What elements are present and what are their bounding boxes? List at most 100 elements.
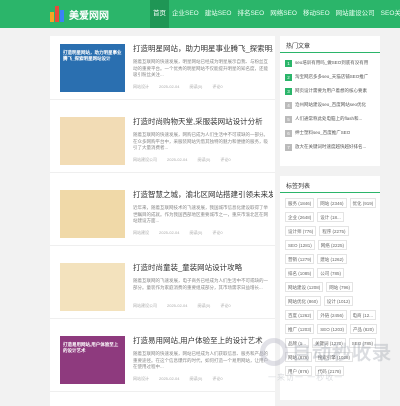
meta-item: 2025-02-04 xyxy=(167,303,188,308)
hot-article-item[interactable]: 7 放大在关键词时速度越快越好排名... xyxy=(285,142,377,152)
hot-article-item[interactable]: 2 淘宝网店多多seo_天猫店铺SEO推广 xyxy=(285,72,377,82)
article-thumbnail[interactable] xyxy=(60,263,125,311)
hot-article-link[interactable]: 绅士塑料seo_百度推广SEO xyxy=(295,130,350,136)
article-excerpt: 随着互联网的飞速发展，电子商务已经成为人们生活中不可或缺的一部分。童装作为家庭消… xyxy=(133,278,268,290)
tag-link[interactable]: 排名 (1085) xyxy=(285,268,315,278)
tag-link[interactable]: 网站优化 (860) xyxy=(285,296,321,306)
meta-item: 评论0 xyxy=(220,157,231,162)
tag-link[interactable]: SEO (1203) xyxy=(317,324,348,334)
meta-item: 网站设计 xyxy=(133,84,149,89)
tag-link[interactable]: 服务 (1846) xyxy=(285,198,315,208)
hot-article-item[interactable]: 1 seo培训有用吗_做SEO到底有没有用 xyxy=(285,58,377,68)
article-excerpt: 随着互联网的快速发展，明星网站已经成为明星展示自我、与粉丝互动的重要平台。一个优… xyxy=(133,59,268,77)
nav-item[interactable]: SEO关键词 xyxy=(378,0,400,28)
tag-link[interactable]: 建站 (1262) xyxy=(317,254,347,264)
meta-item: 网站建设公司 xyxy=(133,303,157,308)
hot-rank-badge: 1 xyxy=(285,59,292,67)
watermark-subtext: 一来访一 一秒收一 xyxy=(268,373,344,382)
nav-item[interactable]: 首页 xyxy=(150,0,169,28)
meta-item: 评论0 xyxy=(212,230,223,235)
thumbnail-caption: 打造明星网站，助力明星事业腾飞_探索明星网站设计 xyxy=(63,50,122,61)
nav-item[interactable]: 建站SEO xyxy=(202,0,235,28)
article-item: 打造智慧之城，渝北区网站搭建引领未来发展 近年来，随着互联网技术的飞速发展，我国城… xyxy=(50,182,275,246)
top-nav-bar: 美爱网网 首页 企业SEO 建站SEO 排名SEO 网络SEO 移动SEO 网站建设公司 SE… xyxy=(0,0,400,28)
tag-link[interactable]: SEO (1281) xyxy=(285,240,315,250)
tag-link[interactable]: 网站 (796) xyxy=(326,282,354,292)
meta-item: 网站设计 xyxy=(133,376,149,381)
meta-item: 2025-02-04 xyxy=(159,376,180,381)
hot-article-link[interactable]: seo培训有用吗_做SEO到底有没有用 xyxy=(295,60,368,66)
tag-link[interactable]: 产品 (820) xyxy=(350,324,377,334)
meta-item: 阅读(0) xyxy=(197,303,211,308)
hot-article-link[interactable]: 淘宝网店多多seo_天猫店铺SEO推广 xyxy=(295,74,368,80)
meta-item: 2025-02-04 xyxy=(159,230,180,235)
article-title[interactable]: 打造明星网站，助力明星事业腾飞_探索明星网站设计的奥秘 xyxy=(133,44,273,54)
meta-item: 网站建设公司 xyxy=(133,157,157,162)
nav-item[interactable]: 网站建设公司 xyxy=(333,0,378,28)
article-title[interactable]: 打造时尚购物天堂,采服装网站设计分析 xyxy=(133,117,273,127)
article-title[interactable]: 打造智慧之城，渝北区网站搭建引领未来发展 xyxy=(133,190,273,200)
hot-rank-badge: 3 xyxy=(285,87,292,95)
nav-item[interactable]: 网络SEO xyxy=(267,0,300,28)
tag-link[interactable]: 营销 (1279) xyxy=(285,254,315,264)
article-excerpt: 随着互联网的快速发展，网购已成为人们生活中不可或缺的一部分。在众多网购平台中，采… xyxy=(133,132,268,150)
tag-link[interactable]: 外链 (2456) xyxy=(317,310,347,320)
tag-link[interactable]: 百度 (1262) xyxy=(285,310,315,320)
tag-link[interactable]: 企业 (2648) xyxy=(285,212,315,222)
site-logo[interactable]: 美爱网网 xyxy=(50,3,109,25)
hot-article-item[interactable]: 3 网页设计需要为用户着想的核心要素 xyxy=(285,86,377,96)
nav-item[interactable]: 移动SEO xyxy=(300,0,333,28)
hot-rank-badge: 2 xyxy=(285,73,292,81)
hot-article-item[interactable]: 4 沧州网站建设seo_百度网站seo优化 xyxy=(285,100,377,110)
widget-divider xyxy=(280,52,380,53)
article-item: 打造易用网站,用户体验至上的设计艺术 打造易用网站,用户体验至上的设计艺术 随着互联… xyxy=(50,328,275,392)
hot-article-link[interactable]: 沧州网站建设seo_百度网站seo优化 xyxy=(295,102,366,108)
article-list: 打造明星网站，助力明星事业腾飞_探索明星网站设计 打造明星网站，助力明星事业腾飞_… xyxy=(50,36,275,406)
article-item: 打造明星网站，助力明星事业腾飞_探索明星网站设计 打造明星网站，助力明星事业腾飞_… xyxy=(50,36,275,100)
article-title[interactable]: 打造时尚童装_童装网站设计攻略 xyxy=(133,263,273,273)
article-meta: 网站设计 2025-02-04 阅读(0) 评论0 xyxy=(133,84,273,90)
meta-item: 阅读(0) xyxy=(189,376,203,381)
tags-title: 标签列表 xyxy=(286,184,311,190)
hot-article-link[interactable]: 网页设计需要为用户着想的核心要素 xyxy=(295,88,367,94)
tag-link[interactable]: 电商 (12... xyxy=(349,310,377,320)
article-meta: 网站建设 2025-02-04 阅读(0) 评论0 xyxy=(133,230,273,236)
watermark: 自动秒收录 一来访一 一秒收一 xyxy=(250,334,393,394)
watermark-text: 自动秒收录 xyxy=(292,343,393,364)
hot-rank-badge: 5 xyxy=(285,115,292,123)
logo-text: 美爱网网 xyxy=(69,10,109,22)
tag-link[interactable]: 设计师 (776) xyxy=(285,226,317,236)
hot-articles-widget: 热门文章 1 seo培训有用吗_做SEO到底有没有用 2 淘宝网店多多seo_天猫店铺… xyxy=(280,36,380,166)
meta-item: 评论0 xyxy=(212,376,223,381)
nav-item[interactable]: 排名SEO xyxy=(234,0,267,28)
tag-link[interactable]: 网站 (2346) xyxy=(317,198,347,208)
tag-link[interactable]: 设计 (18... xyxy=(317,212,344,222)
meta-item: 网站建设 xyxy=(133,230,149,235)
hot-article-link[interactable]: 人们通常称此处电脑上的flash和... xyxy=(295,116,362,122)
thumbnail-caption: 打造易用网站,用户体验至上的设计艺术 xyxy=(63,342,119,353)
hot-article-link[interactable]: 放大在关键词时速度越快越好排名... xyxy=(295,144,366,150)
article-thumbnail[interactable] xyxy=(60,117,125,165)
article-item: 打造时尚童装_童装网站设计攻略 随着互联网的飞速发展，电子商务已经成为人们生活中不… xyxy=(50,255,275,319)
hot-rank-badge: 4 xyxy=(285,101,292,109)
hot-rank-badge: 7 xyxy=(285,143,292,151)
meta-item: 2025-02-04 xyxy=(159,84,180,89)
tag-link[interactable]: 设计 (1012) xyxy=(323,296,354,306)
tag-link[interactable]: 公司 (785) xyxy=(317,268,345,278)
tag-link[interactable]: 程序 (2275) xyxy=(319,226,349,236)
hot-article-item[interactable]: 5 人们通常称此处电脑上的flash和... xyxy=(285,114,377,124)
hot-rank-badge: 6 xyxy=(285,129,292,137)
nav-item[interactable]: 企业SEO xyxy=(169,0,202,28)
tag-link[interactable]: 优化 (919) xyxy=(349,198,377,208)
meta-item: 评论0 xyxy=(220,303,231,308)
main-nav: 首页企业SEO建站SEO排名SEO网络SEO移动SEO网站建设公司SEO关键词 xyxy=(150,0,400,28)
article-meta: 网站建设公司 2025-02-04 阅读(0) 评论0 xyxy=(133,157,273,163)
hot-article-item[interactable]: 6 绅士塑料seo_百度推广SEO xyxy=(285,128,377,138)
article-thumbnail[interactable] xyxy=(60,190,125,238)
tag-link[interactable]: 推广 (1203) xyxy=(285,324,315,334)
article-item: 打造时尚购物天堂,采服装网站设计分析随着互联网的快速发展，网购已成为人们生活中不… xyxy=(50,109,275,173)
article-thumbnail[interactable]: 打造易用网站,用户体验至上的设计艺术 xyxy=(60,336,125,384)
article-thumbnail[interactable]: 打造明星网站，助力明星事业腾飞_探索明星网站设计 xyxy=(60,44,125,92)
tag-link[interactable]: 网站建设 (1208) xyxy=(285,282,324,292)
tag-link[interactable]: 网络 (2225) xyxy=(317,240,348,250)
